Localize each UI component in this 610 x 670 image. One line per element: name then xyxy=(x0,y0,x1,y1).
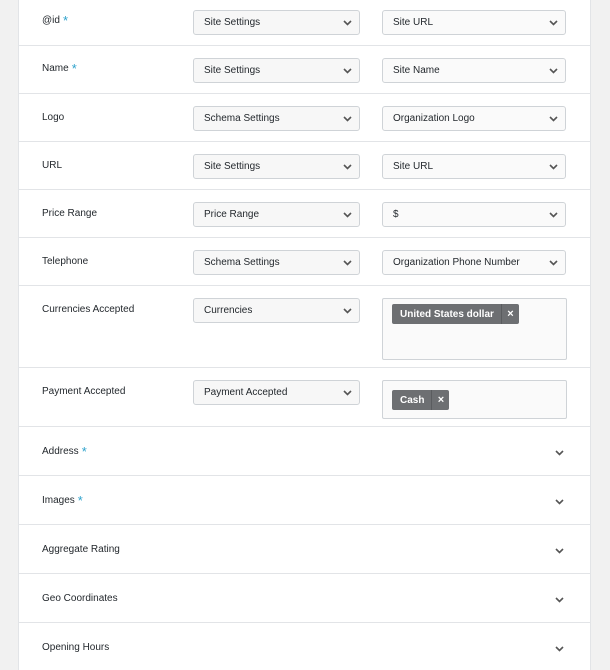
source-select[interactable]: Site Settings xyxy=(193,58,360,83)
source-select[interactable]: Payment Accepted xyxy=(193,380,360,405)
source-select-value: Currencies xyxy=(204,305,253,316)
field-label: Price Range xyxy=(42,208,97,219)
selected-tag: Cash × xyxy=(392,390,450,410)
chevron-down-icon[interactable] xyxy=(554,592,565,603)
section-label-text: Images xyxy=(42,495,75,506)
source-select[interactable]: Currencies xyxy=(193,298,360,323)
chevron-down-icon xyxy=(342,257,353,268)
chevron-down-icon[interactable] xyxy=(554,543,565,554)
section-label: Aggregate Rating xyxy=(42,544,120,555)
value-select[interactable]: Site URL xyxy=(382,154,566,179)
field-label-text: Currencies Accepted xyxy=(42,304,135,315)
field-label-text: URL xyxy=(42,160,63,171)
chevron-down-icon xyxy=(342,17,353,28)
field-label: Name * xyxy=(42,60,77,76)
field-label-text: Telephone xyxy=(42,256,89,267)
source-select-value: Price Range xyxy=(204,209,260,220)
section-label: Opening Hours xyxy=(42,642,109,653)
field-row-id: @id * Site Settings Site URL xyxy=(19,0,590,46)
field-label-text: @id xyxy=(42,15,60,26)
section-address[interactable]: Address * xyxy=(19,427,590,476)
field-label-text: Name xyxy=(42,63,69,74)
field-label: Currencies Accepted xyxy=(42,304,134,315)
value-select[interactable]: $ xyxy=(382,202,566,227)
section-label: Geo Coordinates xyxy=(42,593,118,604)
source-select[interactable]: Site Settings xyxy=(193,10,360,35)
source-select-value: Site Settings xyxy=(204,65,261,76)
chevron-down-icon xyxy=(342,209,353,220)
chevron-down-icon[interactable] xyxy=(554,494,565,505)
chevron-down-icon xyxy=(342,65,353,76)
field-row-name: Name * Site Settings Site Name xyxy=(19,46,590,94)
field-row-url: URL Site Settings Site URL xyxy=(19,142,590,190)
section-label-text: Aggregate Rating xyxy=(42,544,120,555)
required-marker: * xyxy=(62,12,68,28)
field-row-logo: Logo Schema Settings Organization Logo xyxy=(19,94,590,142)
source-select[interactable]: Schema Settings xyxy=(193,106,360,131)
section-aggregate-rating[interactable]: Aggregate Rating xyxy=(19,525,590,574)
value-select[interactable]: Organization Phone Number xyxy=(382,250,566,275)
source-select[interactable]: Price Range xyxy=(193,202,360,227)
field-row-payment-accepted: Payment Accepted Payment Accepted Cash × xyxy=(19,368,590,427)
value-select-value: Organization Logo xyxy=(393,113,475,124)
value-select[interactable]: Organization Logo xyxy=(382,106,566,131)
schema-fields-panel: @id * Site Settings Site URL Name * Site… xyxy=(18,0,591,670)
section-opening-hours[interactable]: Opening Hours xyxy=(19,623,590,670)
field-label: @id * xyxy=(42,12,68,28)
close-icon[interactable]: × xyxy=(500,304,519,324)
field-label: Payment Accepted xyxy=(42,386,125,397)
chevron-down-icon xyxy=(548,65,559,76)
value-select-value: Site URL xyxy=(393,161,434,172)
chevron-down-icon xyxy=(548,209,559,220)
source-select-value: Schema Settings xyxy=(204,257,280,268)
value-select-value: Organization Phone Number xyxy=(393,257,520,268)
chevron-down-icon xyxy=(342,387,353,398)
field-row-price-range: Price Range Price Range $ xyxy=(19,190,590,238)
field-label-text: Logo xyxy=(42,112,65,123)
field-label: Logo xyxy=(42,112,64,123)
chevron-down-icon xyxy=(342,161,353,172)
field-label-text: Payment Accepted xyxy=(42,386,126,397)
section-label: Images * xyxy=(42,492,83,508)
section-images[interactable]: Images * xyxy=(19,476,590,525)
close-icon[interactable]: × xyxy=(431,390,449,410)
chevron-down-icon[interactable] xyxy=(554,445,565,456)
section-label-text: Opening Hours xyxy=(42,642,110,653)
required-marker: * xyxy=(77,492,83,508)
section-label: Address * xyxy=(42,443,87,459)
value-select-value: Site Name xyxy=(393,65,440,76)
field-row-currencies-accepted: Currencies Accepted Currencies United St… xyxy=(19,286,590,368)
value-select-value: $ xyxy=(393,209,399,220)
section-geo-coordinates[interactable]: Geo Coordinates xyxy=(19,574,590,623)
field-label-text: Price Range xyxy=(42,208,98,219)
source-select-value: Schema Settings xyxy=(204,113,280,124)
required-marker: * xyxy=(81,443,87,459)
payment-multiselect[interactable]: Cash × xyxy=(382,380,567,419)
value-select-value: Site URL xyxy=(393,17,434,28)
section-label-text: Address xyxy=(42,446,79,457)
tag-label: United States dollar xyxy=(400,308,494,320)
source-select[interactable]: Schema Settings xyxy=(193,250,360,275)
chevron-down-icon[interactable] xyxy=(554,641,565,652)
source-select-value: Site Settings xyxy=(204,161,261,172)
chevron-down-icon xyxy=(342,113,353,124)
chevron-down-icon xyxy=(548,257,559,268)
field-label: Telephone xyxy=(42,256,88,267)
source-select-value: Site Settings xyxy=(204,17,261,28)
value-select[interactable]: Site URL xyxy=(382,10,566,35)
field-row-telephone: Telephone Schema Settings Organization P… xyxy=(19,238,590,286)
field-label: URL xyxy=(42,160,62,171)
source-select-value: Payment Accepted xyxy=(204,387,288,398)
section-label-text: Geo Coordinates xyxy=(42,593,118,604)
chevron-down-icon xyxy=(548,17,559,28)
required-marker: * xyxy=(71,60,77,76)
source-select[interactable]: Site Settings xyxy=(193,154,360,179)
chevron-down-icon xyxy=(548,113,559,124)
tag-label: Cash xyxy=(400,394,425,406)
chevron-down-icon xyxy=(548,161,559,172)
currencies-multiselect[interactable]: United States dollar × xyxy=(382,298,567,360)
chevron-down-icon xyxy=(342,305,353,316)
value-select[interactable]: Site Name xyxy=(382,58,566,83)
selected-tag: United States dollar × xyxy=(392,304,519,324)
